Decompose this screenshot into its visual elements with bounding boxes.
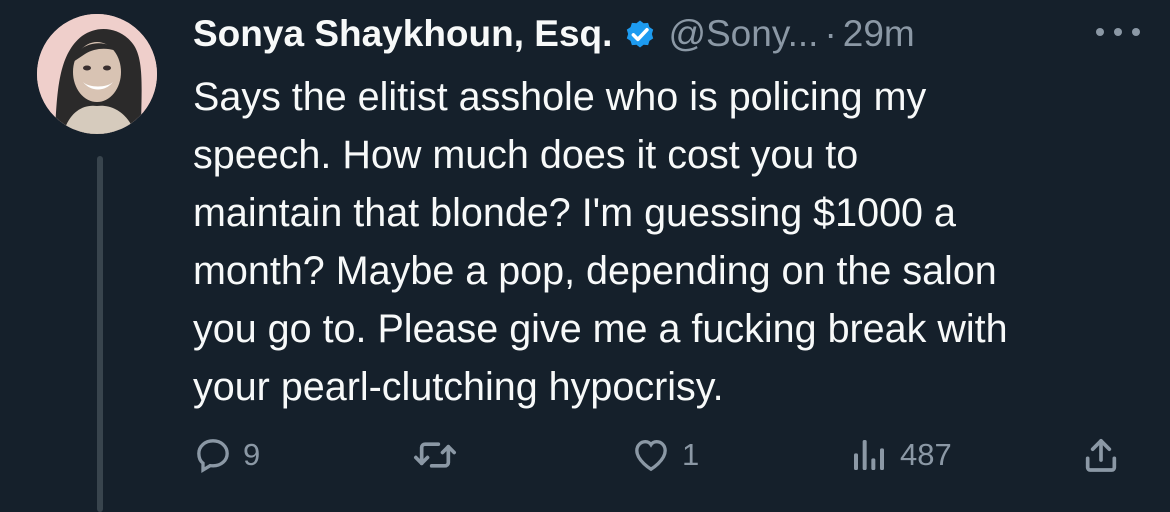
reply-count: 9 xyxy=(243,437,261,472)
heart-icon xyxy=(635,439,667,472)
views-bar-icon xyxy=(854,440,884,470)
like-button[interactable]: 1 xyxy=(630,430,699,480)
dot xyxy=(1132,28,1140,36)
reply-bubble-icon xyxy=(197,439,229,473)
dot xyxy=(1114,28,1122,36)
verified-badge-icon[interactable] xyxy=(622,16,658,52)
dot xyxy=(1096,28,1104,36)
action-bar: 9 1 487 xyxy=(193,430,1138,480)
timestamp[interactable]: 29m xyxy=(843,13,915,55)
share-button[interactable] xyxy=(1081,430,1121,480)
like-count: 1 xyxy=(682,437,700,472)
retweet-button[interactable] xyxy=(411,430,469,480)
views-count: 487 xyxy=(900,437,952,472)
author-handle[interactable]: @Sony... xyxy=(668,13,818,55)
tweet-header: Sonya Shaykhoun, Esq. @Sony... · 29m xyxy=(193,6,915,62)
views-button[interactable]: 487 xyxy=(848,430,952,480)
retweet-icon xyxy=(414,442,456,468)
separator-dot: · xyxy=(824,13,837,54)
avatar[interactable] xyxy=(37,14,157,134)
thread-line xyxy=(97,156,103,512)
author-name[interactable]: Sonya Shaykhoun, Esq. xyxy=(193,13,612,55)
more-dots-icon[interactable] xyxy=(1096,17,1140,47)
avatar-photo xyxy=(37,14,157,134)
reply-button[interactable]: 9 xyxy=(193,430,260,480)
share-icon xyxy=(1085,439,1117,472)
tweet-text: Says the elitist asshole who is policing… xyxy=(193,75,1008,409)
